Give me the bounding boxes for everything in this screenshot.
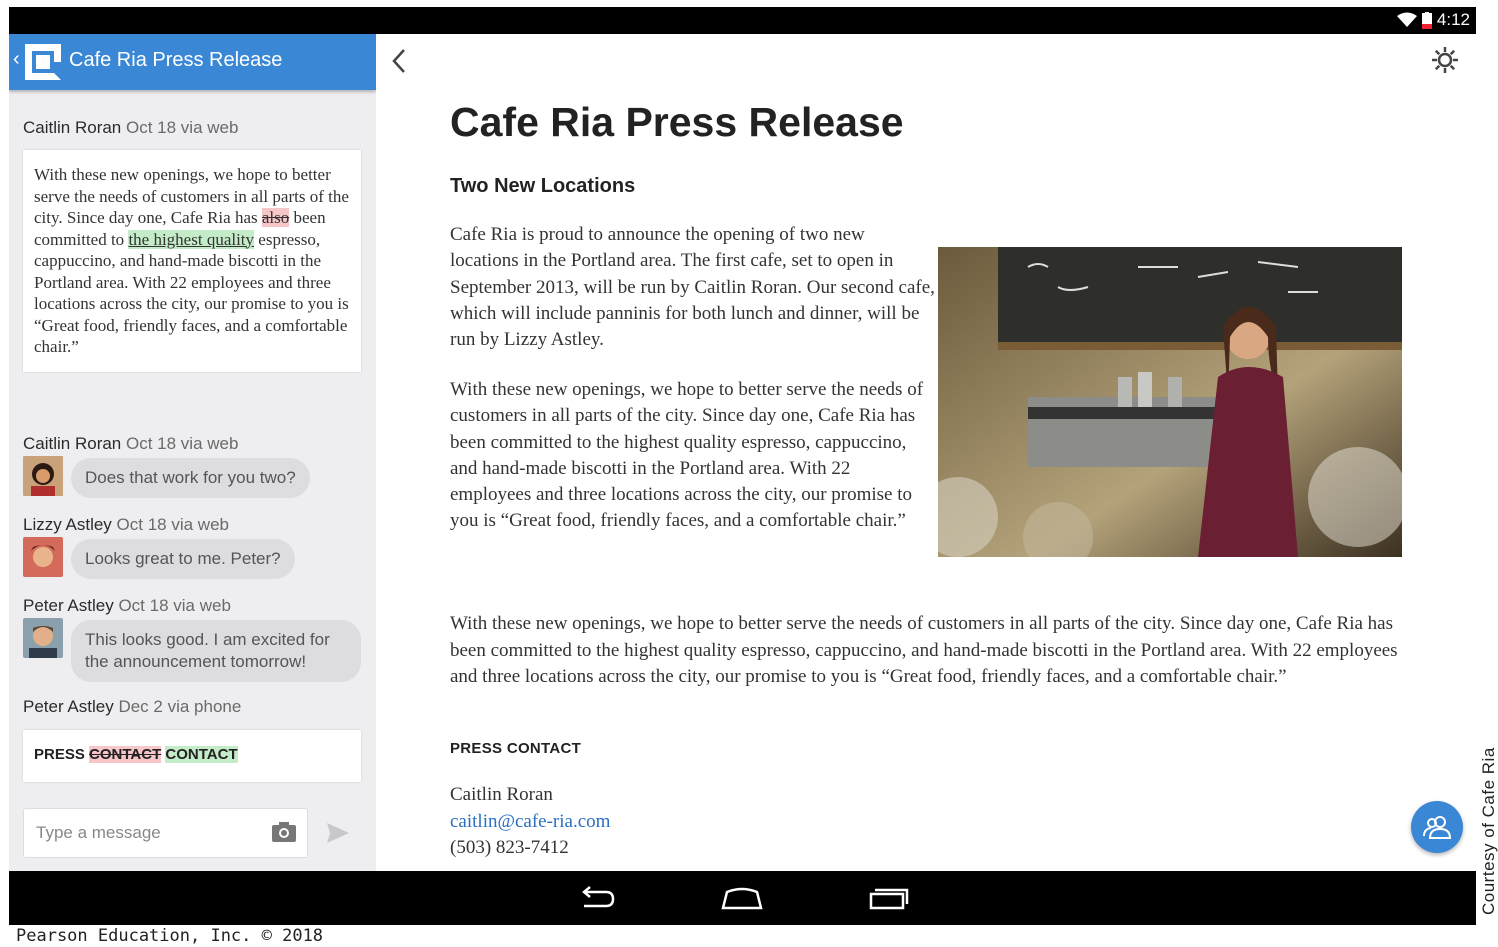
message-time: Oct 18 via web [118, 596, 231, 615]
message-meta: Peter Astley Dec 2 via phone [23, 697, 241, 717]
home-icon [721, 887, 763, 910]
edit-text: With these new openings, we hope to bett… [23, 150, 361, 372]
cafe-photo [938, 247, 1402, 557]
status-time: 4:12 [1436, 10, 1470, 29]
message-input[interactable]: Type a message [23, 808, 308, 858]
message-time: Dec 2 via phone [118, 697, 242, 716]
deleted-text: also [261, 208, 290, 227]
author-name: Lizzy Astley [23, 515, 112, 534]
message-time: Oct 18 via web [126, 118, 239, 137]
back-arrow-icon[interactable] [390, 48, 408, 74]
status-icons: 4:12 [1396, 10, 1470, 30]
tablet-screen: 4:12 ‹ Cafe Ria Press Release Caitlin Ro… [9, 7, 1476, 925]
document-paragraph: Cafe Ria is proud to announce the openin… [450, 224, 935, 351]
document-paragraph: With these new openings, we hope to bett… [450, 379, 924, 532]
message-time: Oct 18 via web [126, 434, 239, 453]
message-meta: Caitlin Roran Oct 18 via web [23, 118, 238, 138]
avatar[interactable] [23, 618, 63, 658]
author-name: Caitlin Roran [23, 118, 122, 137]
app-logo-icon [25, 44, 61, 80]
collaborators-button[interactable] [1411, 801, 1463, 853]
photo-credit: Courtesy of Cafe Ria [1479, 747, 1498, 915]
contact-phone: (503) 823-7412 [450, 837, 569, 858]
chat-header[interactable]: ‹ Cafe Ria Press Release [9, 34, 376, 90]
message-meta: Caitlin Roran Oct 18 via web [23, 434, 238, 454]
nav-back-button[interactable] [572, 883, 620, 913]
message-input-placeholder: Type a message [36, 823, 161, 842]
press-contact-label: PRESS CONTACT [450, 740, 582, 757]
camera-icon[interactable] [271, 821, 297, 843]
message-text: Does that work for you two? [85, 468, 296, 487]
message-text: This looks good. I am excited for the an… [85, 630, 330, 671]
message-time: Oct 18 via web [116, 515, 229, 534]
inserted-text: CONTACT [165, 746, 238, 763]
avatar[interactable] [23, 537, 63, 577]
edit-text-part: PRESS [34, 746, 85, 763]
chat-pane: ‹ Cafe Ria Press Release Caitlin Roran O… [9, 34, 376, 871]
document-subtitle: Two New Locations [450, 175, 636, 197]
gear-icon[interactable] [1431, 46, 1459, 74]
edit-text: PRESS CONTACT CONTACT [23, 730, 361, 779]
back-icon [582, 886, 615, 908]
contact-name: Caitlin Roran [450, 784, 553, 805]
message-meta: Peter Astley Oct 18 via web [23, 596, 231, 616]
inserted-text: the highest quality [128, 229, 255, 249]
contact-block: Caitlin Roran caitlin@cafe-ria.com (503)… [450, 782, 610, 862]
battery-icon [1421, 11, 1432, 29]
copyright-notice: Pearson Education, Inc. © 2018 [16, 926, 324, 946]
message-bubble: Looks great to me. Peter? [71, 539, 295, 579]
message-meta: Lizzy Astley Oct 18 via web [23, 515, 229, 535]
document-pane: Cafe Ria Press Release Two New Locations… [376, 34, 1476, 871]
author-name: Peter Astley [23, 697, 114, 716]
author-name: Peter Astley [23, 596, 114, 615]
status-bar: 4:12 [9, 7, 1476, 34]
message-bubble: This looks good. I am excited for the an… [71, 620, 361, 682]
message-text: Looks great to me. Peter? [85, 549, 281, 568]
document-title: Cafe Ria Press Release [450, 99, 904, 145]
nav-home-button[interactable] [718, 883, 766, 913]
back-chevron-icon[interactable]: ‹ [13, 48, 20, 71]
contact-email-link[interactable]: caitlin@cafe-ria.com [450, 809, 610, 836]
chat-title: Cafe Ria Press Release [69, 49, 283, 71]
deleted-text: CONTACT [89, 746, 162, 763]
send-icon[interactable] [327, 823, 349, 843]
edit-card[interactable]: PRESS CONTACT CONTACT [23, 730, 361, 782]
author-name: Caitlin Roran [23, 434, 122, 453]
message-bubble: Does that work for you two? [71, 458, 310, 498]
edit-card[interactable]: With these new openings, we hope to bett… [23, 150, 361, 372]
people-icon [1423, 816, 1452, 839]
recents-icon [869, 888, 909, 910]
system-nav-bar [9, 871, 1476, 925]
nav-recents-button[interactable] [864, 883, 912, 913]
wifi-icon [1396, 12, 1417, 27]
document-paragraph: With these new openings, we hope to bett… [450, 613, 1398, 687]
avatar[interactable] [23, 456, 63, 496]
